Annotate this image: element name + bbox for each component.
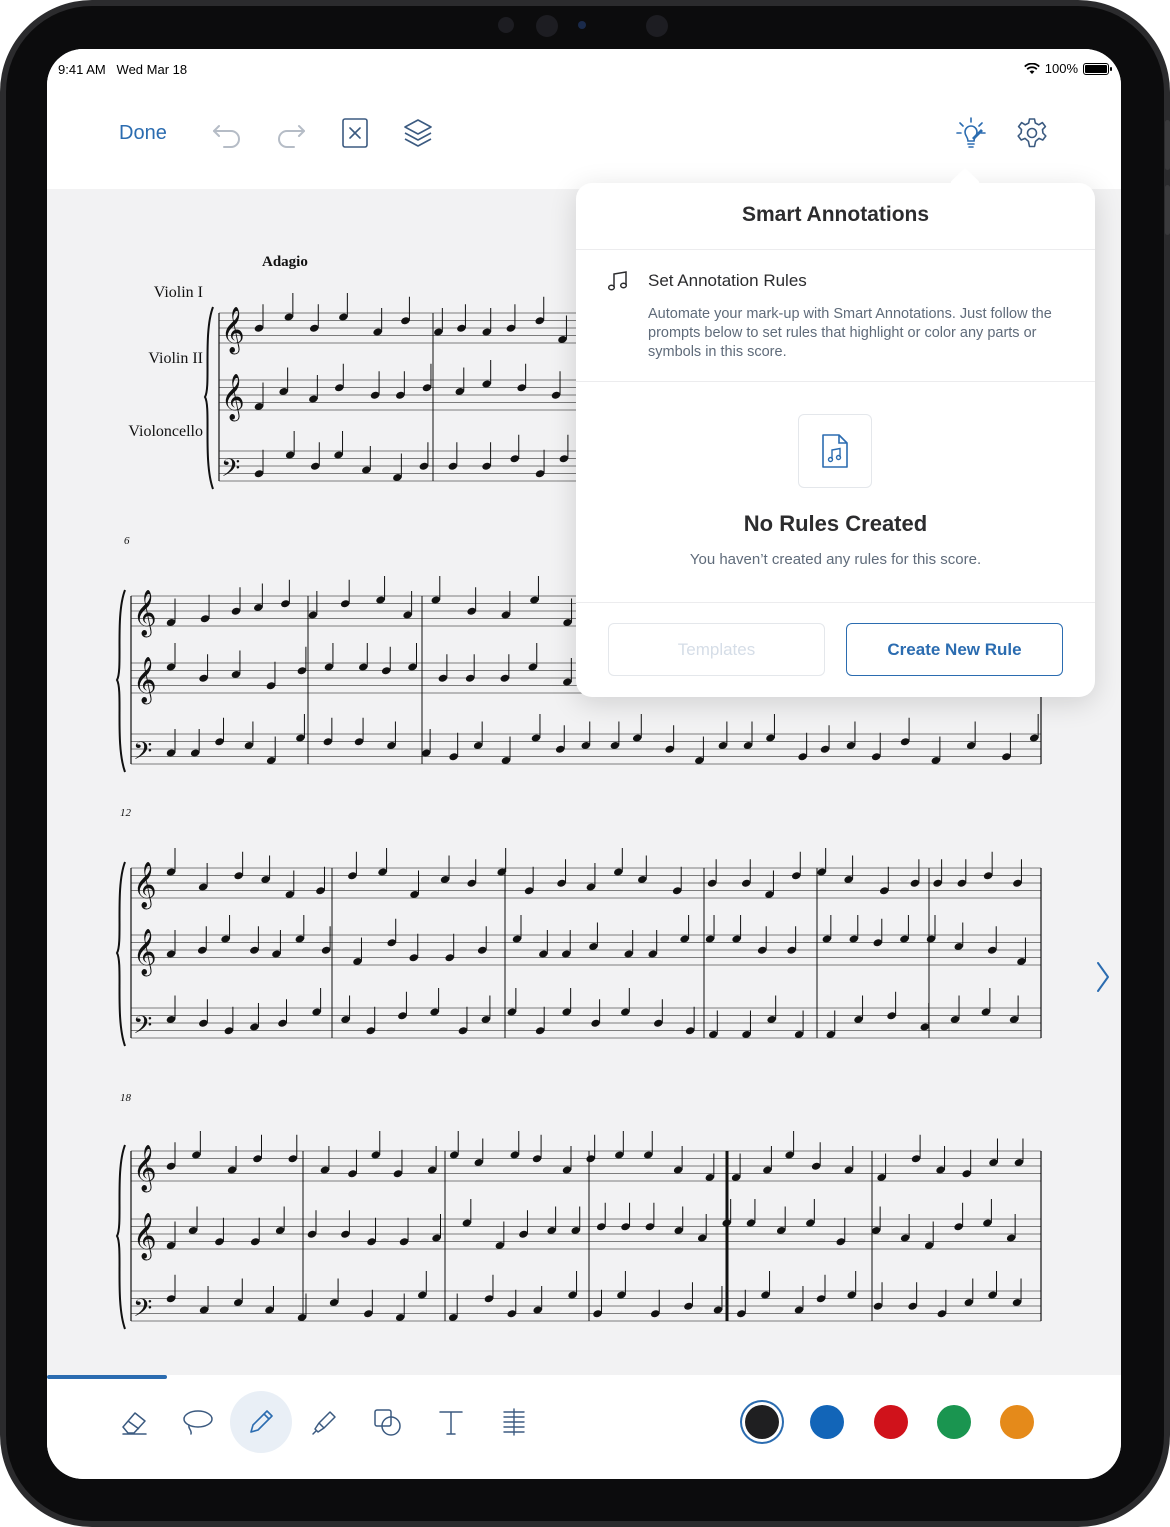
done-button[interactable]: Done (119, 122, 167, 145)
empty-state-subtitle: You haven’t created any rules for this s… (689, 551, 982, 568)
color-swatch[interactable] (1000, 1405, 1034, 1439)
clef-symbol: 𝄞 (133, 862, 157, 910)
clef-symbol: 𝄢 (133, 1011, 152, 1046)
color-swatch[interactable] (745, 1405, 779, 1439)
smart-annotations-popover: Smart Annotations Set Annotation Rules A… (576, 167, 1095, 697)
music-file-icon (822, 434, 848, 468)
clef-symbol: 𝄞 (133, 657, 157, 705)
bottom-toolbar (47, 1375, 1121, 1479)
battery-percent: 100% (1044, 61, 1078, 76)
system-brace (115, 1144, 126, 1330)
popover-title: Smart Annotations (741, 203, 930, 226)
system-brace (203, 306, 214, 490)
clef-symbol: 𝄞 (133, 1213, 157, 1261)
undo-icon[interactable] (210, 116, 244, 150)
color-swatch[interactable] (810, 1405, 844, 1439)
pen-icon (250, 1410, 273, 1433)
screen: 9:41 AM Wed Mar 18 100% Done Adagio Viol… (47, 49, 1121, 1479)
volume-button (1165, 185, 1170, 235)
divider (576, 249, 1095, 250)
wifi-icon (1023, 62, 1040, 74)
smart-annotations-icon[interactable] (954, 116, 988, 150)
layers-icon[interactable] (401, 116, 435, 150)
status-right: 100% (1023, 61, 1112, 76)
lasso-tool[interactable] (166, 1391, 228, 1453)
pen-tool[interactable] (230, 1391, 292, 1453)
create-new-rule-button[interactable]: Create New Rule (846, 623, 1063, 676)
clef-symbol: 𝄞 (133, 590, 157, 638)
text-tool[interactable] (420, 1391, 482, 1453)
staff-lines-tool[interactable] (483, 1391, 545, 1453)
status-time: 9:41 AM Wed Mar 18 (58, 62, 188, 77)
scroll-indicator (47, 1375, 167, 1379)
text-icon (439, 1411, 463, 1435)
empty-state-card (798, 414, 872, 488)
next-page-icon[interactable] (1093, 959, 1113, 995)
clef-symbol: 𝄞 (133, 929, 157, 977)
system-brace (115, 589, 126, 773)
shapes-icon (374, 1409, 401, 1436)
close-box-icon[interactable] (338, 116, 372, 150)
clef-symbol: 𝄞 (221, 374, 245, 422)
color-swatch[interactable] (874, 1405, 908, 1439)
gear-icon[interactable] (1015, 116, 1049, 150)
templates-button[interactable]: Templates (608, 623, 825, 676)
clef-symbol: 𝄢 (133, 737, 152, 772)
camera (498, 17, 514, 33)
clef-symbol: 𝄢 (221, 454, 240, 489)
empty-state-title: No Rules Created (743, 511, 928, 536)
highlighter-tool[interactable] (293, 1391, 355, 1453)
staff-lines-icon (503, 1408, 525, 1436)
lasso-icon (183, 1410, 213, 1435)
ipad-frame: 9:41 AM Wed Mar 18 100% Done Adagio Viol… (0, 0, 1170, 1527)
clef-symbol: 𝄞 (221, 307, 245, 355)
rule-description: Automate your mark-up with Smart Annotat… (648, 306, 1052, 360)
rule-heading: Set Annotation Rules (648, 271, 807, 290)
music-note-icon (607, 271, 628, 291)
volume-button (1165, 120, 1170, 170)
eraser-icon (122, 1412, 147, 1435)
camera (646, 15, 668, 37)
system-brace (115, 861, 126, 1047)
camera (578, 21, 586, 29)
camera (536, 15, 558, 37)
eraser-tool[interactable] (103, 1391, 165, 1453)
shapes-tool[interactable] (356, 1391, 418, 1453)
divider (576, 602, 1095, 603)
status-bar: 9:41 AM Wed Mar 18 100% (47, 49, 1121, 89)
highlighter-icon (312, 1411, 336, 1435)
divider (576, 381, 1095, 382)
redo-icon[interactable] (274, 116, 308, 150)
clef-symbol: 𝄢 (133, 1294, 152, 1329)
clef-symbol: 𝄞 (133, 1145, 157, 1193)
battery-icon (1083, 62, 1112, 75)
color-swatch[interactable] (937, 1405, 971, 1439)
